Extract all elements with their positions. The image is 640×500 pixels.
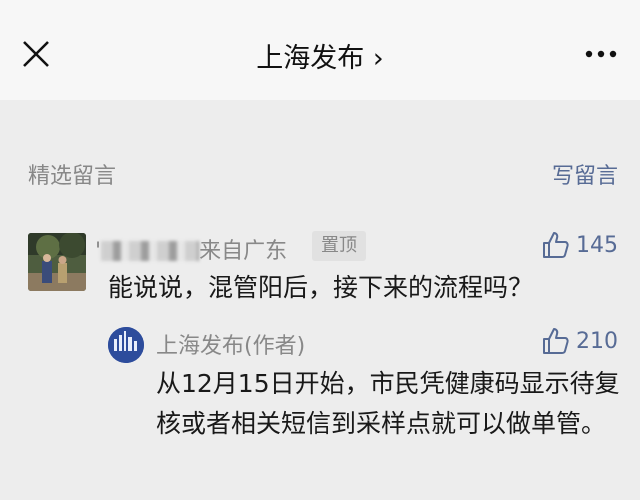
username-redacted xyxy=(101,241,200,261)
like-count: 145 xyxy=(576,232,618,258)
reply-text: 从12月15日开始，市民凭健康码显示待复核或者相关短信到采样点就可以做单管。 xyxy=(156,369,620,438)
author-name: 上海发布(作者) xyxy=(156,334,306,359)
page-title-text: 上海发布 xyxy=(256,43,365,74)
featured-comments-label: 精选留言 xyxy=(28,164,117,189)
thumbs-up-icon xyxy=(543,328,569,354)
write-comment-button[interactable]: 写留言 xyxy=(552,158,618,190)
page-title[interactable]: 上海发布 › xyxy=(0,36,640,75)
top-bar: 上海发布 › xyxy=(0,0,640,100)
like-button[interactable]: 145 xyxy=(540,230,618,260)
username-location: 来自广东 xyxy=(199,239,288,264)
username: ' 来自广东 xyxy=(95,233,287,265)
reply-like-button[interactable]: 210 xyxy=(540,326,618,356)
more-dots-icon[interactable] xyxy=(584,42,618,66)
author-avatar[interactable] xyxy=(108,327,144,363)
comment-text: 能说说，混管阳后，接下来的流程吗？ xyxy=(108,273,534,302)
avatar[interactable] xyxy=(28,233,86,291)
reply-like-count: 210 xyxy=(576,328,618,354)
chevron-right-icon: › xyxy=(372,43,384,74)
pinned-badge: 置顶 xyxy=(312,231,366,261)
thumbs-up-icon xyxy=(543,232,569,258)
